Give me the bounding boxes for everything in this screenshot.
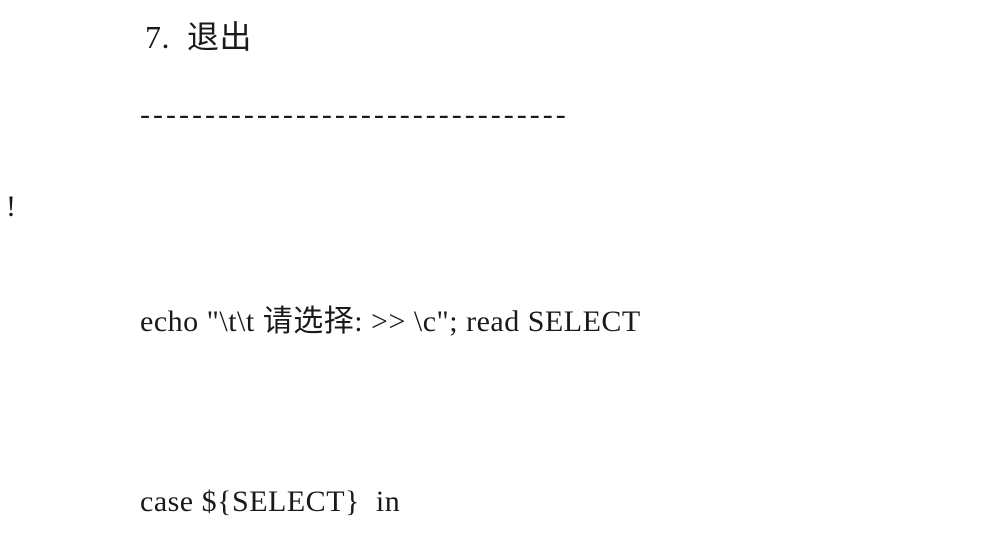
case-line: case ${SELECT} in: [140, 485, 400, 519]
menu-item-exit: 7. 退出: [145, 12, 252, 58]
echo-read-line: echo "\t\t 请选择: >> \c"; read SELECT: [140, 296, 641, 340]
divider-line: ---------------------------------: [140, 98, 569, 132]
heredoc-end: !: [6, 190, 17, 224]
code-snippet: 7. 退出 --------------------------------- …: [0, 0, 1000, 542]
